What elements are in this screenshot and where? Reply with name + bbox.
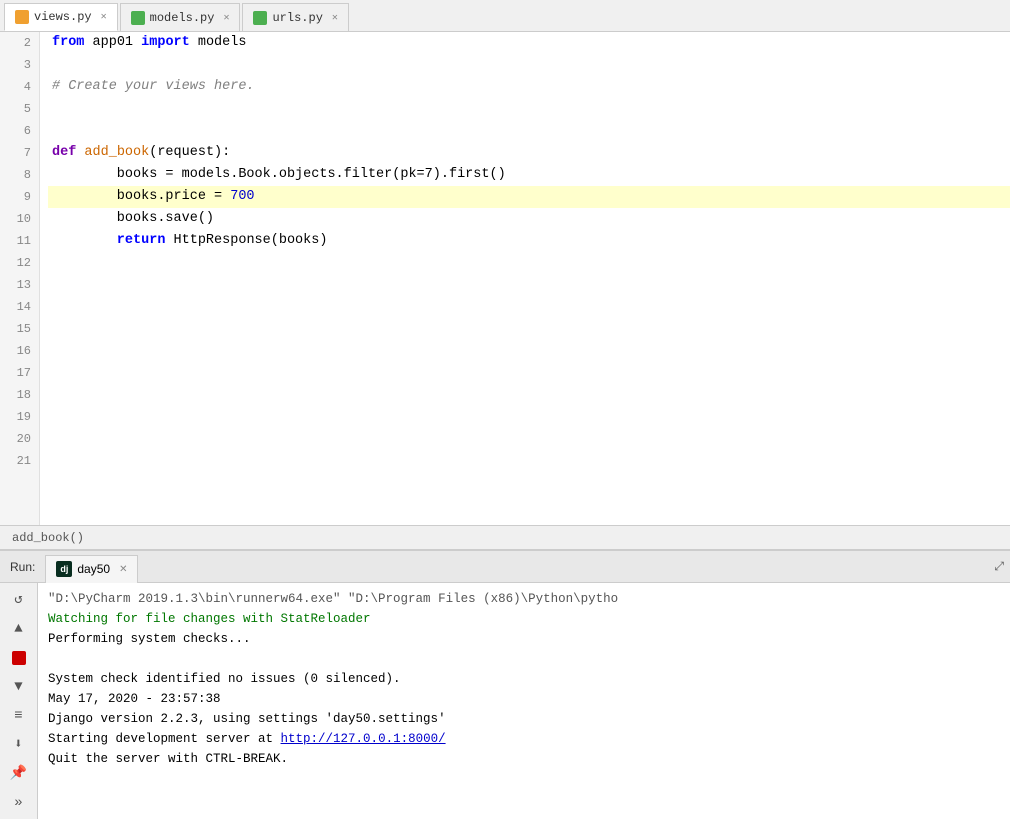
code-line-6 bbox=[48, 120, 1010, 142]
stop-button[interactable] bbox=[6, 645, 32, 670]
run-header: Run: dj day50 ✕ ⤢ bbox=[0, 551, 1010, 583]
django-icon: dj bbox=[56, 561, 72, 577]
run-panel: Run: dj day50 ✕ ⤢ ↺ ▲ ▼ ≡ ⬇ 📌 » "D:\PyCh… bbox=[0, 549, 1010, 819]
tab-urls-close[interactable]: ✕ bbox=[332, 12, 338, 24]
code-line-20 bbox=[48, 428, 1010, 450]
code-line-10: books.save() bbox=[48, 208, 1010, 230]
code-area: 23456789101112131415161718192021 from ap… bbox=[0, 32, 1010, 549]
code-line-9: books.price = 700 bbox=[48, 186, 1010, 208]
run-label: Run: bbox=[0, 560, 45, 574]
pin-button[interactable]: 📌 bbox=[6, 761, 32, 786]
run-tab-label: day50 bbox=[77, 562, 110, 576]
code-content[interactable]: from app01 import models # Create your v… bbox=[40, 32, 1010, 525]
urls-file-icon bbox=[253, 11, 267, 25]
stop-icon bbox=[12, 651, 26, 665]
code-line-18 bbox=[48, 384, 1010, 406]
scroll-down-button[interactable]: ▼ bbox=[6, 674, 32, 699]
tab-views[interactable]: views.py ✕ bbox=[4, 3, 118, 31]
tab-bar: views.py ✕ models.py ✕ urls.py ✕ bbox=[0, 0, 1010, 32]
code-line-7: def add_book(request): bbox=[48, 142, 1010, 164]
run-body: ↺ ▲ ▼ ≡ ⬇ 📌 » "D:\PyCharm 2019.1.3\bin\r… bbox=[0, 583, 1010, 819]
tab-models-label: models.py bbox=[150, 11, 215, 25]
server-link[interactable]: http://127.0.0.1:8000/ bbox=[281, 732, 446, 746]
code-line-16 bbox=[48, 340, 1010, 362]
code-line-19 bbox=[48, 406, 1010, 428]
scroll-end-button[interactable]: ⬇ bbox=[6, 732, 32, 757]
tab-models[interactable]: models.py ✕ bbox=[120, 3, 241, 31]
line-numbers: 23456789101112131415161718192021 bbox=[0, 32, 40, 525]
code-line-2: from app01 import models bbox=[48, 32, 1010, 54]
tab-views-close[interactable]: ✕ bbox=[101, 11, 107, 23]
code-line-12 bbox=[48, 252, 1010, 274]
expand-button[interactable]: ⤢ bbox=[988, 559, 1010, 574]
models-file-icon bbox=[131, 11, 145, 25]
status-bar: add_book() bbox=[0, 525, 1010, 549]
code-line-8: books = models.Book.objects.filter(pk=7)… bbox=[48, 164, 1010, 186]
code-line-4: # Create your views here. bbox=[48, 76, 1010, 98]
code-line-15 bbox=[48, 318, 1010, 340]
tab-urls[interactable]: urls.py ✕ bbox=[242, 3, 348, 31]
code-line-13 bbox=[48, 274, 1010, 296]
tab-views-label: views.py bbox=[34, 10, 92, 24]
tab-models-close[interactable]: ✕ bbox=[223, 12, 229, 24]
wrap-button[interactable]: ≡ bbox=[6, 703, 32, 728]
breadcrumb: add_book() bbox=[12, 531, 84, 545]
scroll-up-button[interactable]: ▲ bbox=[6, 616, 32, 641]
code-line-11: return HttpResponse(books) bbox=[48, 230, 1010, 252]
code-line-3 bbox=[48, 54, 1010, 76]
code-line-21 bbox=[48, 450, 1010, 472]
tab-urls-label: urls.py bbox=[272, 11, 322, 25]
views-file-icon bbox=[15, 10, 29, 24]
run-tab-close[interactable]: ✕ bbox=[119, 564, 127, 575]
run-output[interactable]: "D:\PyCharm 2019.1.3\bin\runnerw64.exe" … bbox=[38, 583, 1010, 819]
run-tab[interactable]: dj day50 ✕ bbox=[45, 555, 138, 583]
rerun-button[interactable]: ↺ bbox=[6, 587, 32, 612]
run-sidebar: ↺ ▲ ▼ ≡ ⬇ 📌 » bbox=[0, 583, 38, 819]
code-editor[interactable]: 23456789101112131415161718192021 from ap… bbox=[0, 32, 1010, 525]
code-line-14 bbox=[48, 296, 1010, 318]
code-line-5 bbox=[48, 98, 1010, 120]
code-line-17 bbox=[48, 362, 1010, 384]
chevron-button[interactable]: » bbox=[6, 790, 32, 815]
